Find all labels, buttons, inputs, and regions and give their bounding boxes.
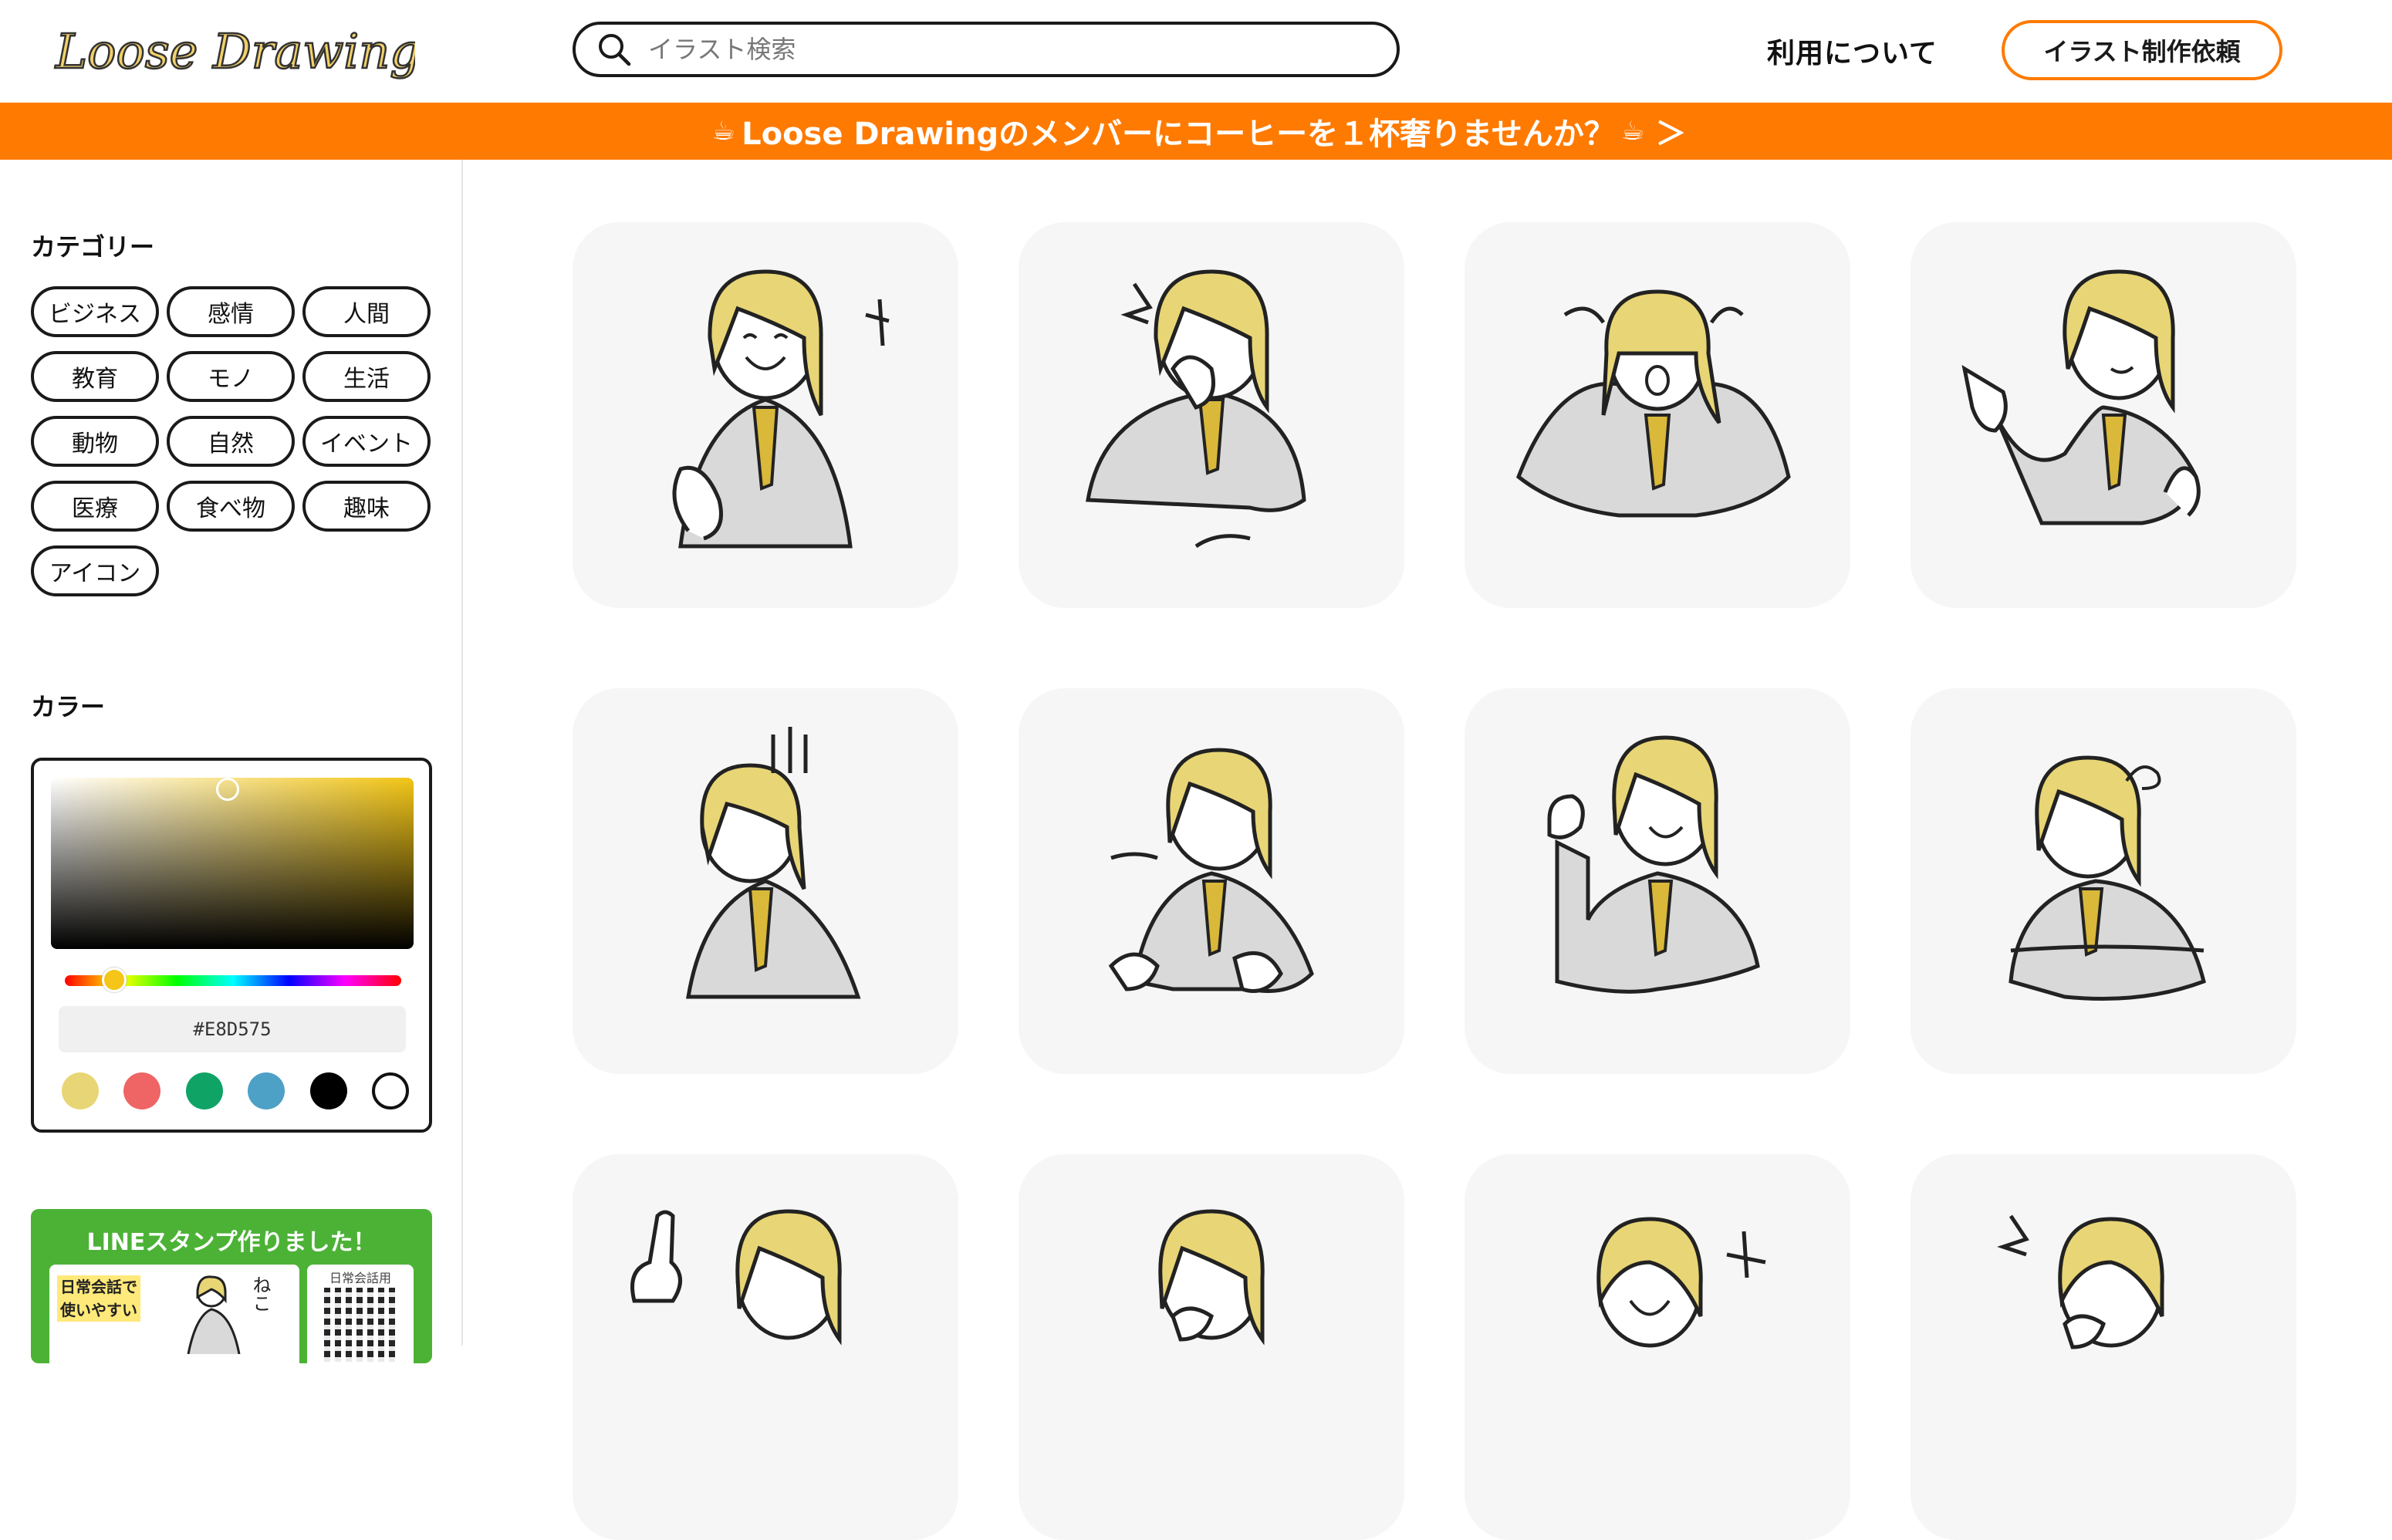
category-chip[interactable]: 教育 — [31, 351, 159, 402]
category-chip[interactable]: モノ — [167, 351, 295, 402]
color-picker: #E8D575 — [31, 758, 432, 1133]
swatch-black[interactable] — [309, 1072, 347, 1109]
illustration-laughing — [1596, 1217, 1766, 1348]
search-icon[interactable] — [594, 29, 634, 69]
category-chip[interactable]: アイコン — [31, 545, 159, 596]
swatch-red[interactable] — [123, 1072, 161, 1109]
line-promo-side-text: ねこ — [249, 1275, 271, 1312]
illustration-shocked — [1997, 1214, 2164, 1349]
illustration-card[interactable] — [573, 1154, 958, 1540]
illustration-pointing — [1961, 269, 2201, 525]
category-chip[interactable]: 趣味 — [302, 481, 431, 532]
category-chip[interactable]: 感情 — [167, 286, 295, 337]
swatch-green[interactable] — [185, 1072, 223, 1109]
category-list: ビジネス 感情 人間 教育 モノ 生活 動物 自然 イベント 医療 食べ物 趣味… — [31, 286, 440, 610]
line-promo-title: LINEスタンプ作りました！ — [86, 1229, 377, 1256]
search-input[interactable] — [647, 34, 1344, 65]
illustration-card[interactable] — [573, 222, 958, 608]
category-chip[interactable]: 生活 — [302, 351, 431, 402]
saturation-value-area[interactable] — [51, 778, 414, 949]
swatch-blue[interactable] — [248, 1072, 285, 1109]
illustration-finger-up — [630, 1209, 842, 1346]
illustration-dismayed — [686, 727, 861, 999]
illustration-card[interactable] — [1911, 222, 2296, 608]
nav-about-link[interactable]: 利用について — [1767, 31, 1938, 71]
illustration-card[interactable] — [1019, 688, 1404, 1074]
illustration-sighing — [1108, 748, 1314, 993]
hue-slider-handle[interactable] — [102, 968, 127, 992]
category-chip[interactable]: 動物 — [31, 416, 159, 467]
coffee-banner[interactable]: ☕ Loose Drawingのメンバーにコーヒーを１杯奢りませんか？ ☕ ＞ — [0, 103, 2392, 160]
category-chip[interactable]: 医療 — [31, 481, 159, 532]
line-promo-image: 日常会話で 使いやすい ねこ — [49, 1265, 299, 1363]
illustration-card[interactable] — [1465, 688, 1850, 1074]
logo-text: Loose Drawing — [55, 23, 415, 79]
category-chip[interactable]: ビジネス — [31, 286, 159, 337]
cat-girl-illustration — [187, 1275, 241, 1354]
color-swatches — [62, 1072, 409, 1109]
illustration-cheering — [1547, 735, 1760, 994]
illustration-card[interactable] — [1911, 1154, 2296, 1540]
swatch-yellow[interactable] — [62, 1072, 99, 1109]
search-bar[interactable] — [573, 22, 1400, 77]
saturation-handle[interactable] — [216, 778, 239, 801]
color-hex-field[interactable]: #E8D575 — [59, 1006, 406, 1052]
illustration-surprised — [1086, 269, 1306, 549]
illustration-thinking — [1158, 1209, 1265, 1346]
illustration-card[interactable] — [1911, 688, 2296, 1074]
illustration-card[interactable] — [1465, 1154, 1850, 1540]
illustration-laughing-clapping — [672, 269, 890, 549]
coffee-cup-icon: ☕ — [1620, 116, 1645, 147]
category-title: カテゴリー — [31, 232, 155, 262]
category-chip[interactable]: 人間 — [302, 286, 431, 337]
line-qr-card: 日常会話用 — [307, 1265, 414, 1363]
site-logo[interactable]: Loose Drawing — [52, 17, 421, 94]
illustration-card[interactable] — [573, 688, 958, 1074]
qr-label: 日常会話用 — [329, 1271, 391, 1285]
banner-arrow-icon: ＞ — [1655, 117, 1687, 152]
illustration-card[interactable] — [1465, 222, 1850, 608]
illustration-card[interactable] — [1019, 1154, 1404, 1540]
banner-text: Loose Drawingのメンバーにコーヒーを１杯奢りませんか？ — [742, 117, 1615, 152]
line-stamp-promo[interactable]: LINEスタンプ作りました！ 日常会話で 使いやすい ねこ 日常会話用 — [31, 1209, 432, 1363]
category-chip[interactable]: イベント — [302, 416, 431, 467]
illustration-request-button[interactable]: イラスト制作依頼 — [2002, 20, 2282, 80]
swatch-white[interactable] — [371, 1072, 409, 1109]
line-promo-caption: 日常会話で 使いやすい — [57, 1275, 140, 1322]
sidebar: カテゴリー ビジネス 感情 人間 教育 モノ 生活 動物 自然 イベント 医療 … — [0, 160, 463, 1363]
category-chip[interactable]: 食べ物 — [167, 481, 295, 532]
coffee-cup-icon: ☕ — [711, 116, 736, 147]
illustration-crying — [1516, 289, 1791, 518]
illustration-card[interactable] — [1019, 222, 1404, 608]
color-title: カラー — [31, 692, 106, 721]
category-chip[interactable]: 自然 — [167, 416, 295, 467]
illustration-dizzy — [2009, 755, 2206, 1001]
